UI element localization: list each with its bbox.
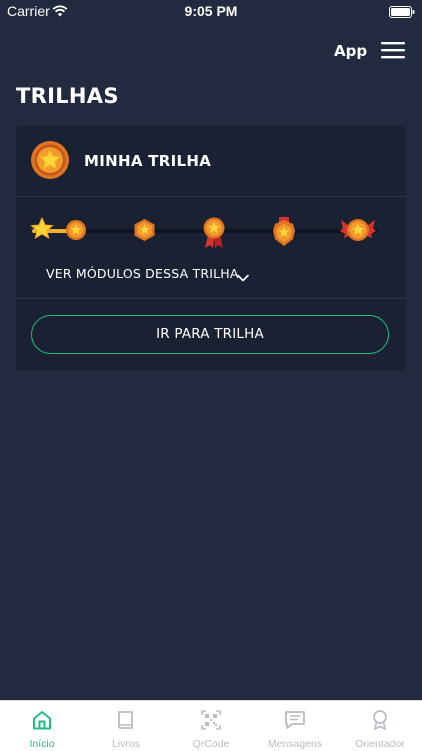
card-divider (16, 298, 406, 299)
view-modules-label: VER MÓDULOS DESSA TRILHA (46, 266, 239, 281)
home-icon (31, 709, 53, 735)
trail-title: MINHA TRILHA (84, 152, 212, 170)
page-title: TRILHAS (16, 84, 119, 108)
go-to-trail-button[interactable]: IR PARA TRILHA (31, 315, 389, 354)
tab-mensagens[interactable]: Mensagens (253, 701, 337, 751)
tab-label: Livros (111, 738, 140, 750)
round-medal-icon (65, 219, 87, 245)
battery-icon (389, 5, 415, 23)
tab-label: Orientador (355, 738, 405, 750)
tab-livros[interactable]: Livros (84, 701, 168, 751)
view-modules-toggle[interactable]: VER MÓDULOS DESSA TRILHA (32, 264, 392, 284)
hexagon-medal-icon (133, 218, 156, 246)
tab-label: Mensagens (267, 738, 323, 750)
qrcode-icon (200, 709, 222, 735)
start-star-icon (30, 216, 54, 243)
bottom-tab-bar: Início Livros QrCode Mensagens Orientado… (0, 700, 422, 751)
trail-card-header: MINHA TRILHA (16, 126, 406, 197)
award-icon (369, 709, 391, 735)
winged-medal-icon (340, 216, 376, 248)
status-time: 9:05 PM (184, 3, 238, 19)
star-medal-icon (30, 140, 70, 184)
tab-inicio[interactable]: Início (0, 701, 84, 751)
tab-label: Início (29, 738, 55, 750)
chevron-down-icon (237, 267, 249, 286)
message-icon (284, 709, 306, 735)
tab-label: QrCode (192, 738, 230, 750)
hamburger-menu-icon[interactable] (381, 41, 405, 63)
book-icon (115, 709, 137, 735)
ribbon-medal-icon (202, 217, 226, 253)
tab-orientador[interactable]: Orientador (338, 701, 422, 751)
tab-qrcode[interactable]: QrCode (169, 701, 253, 751)
status-bar: Carrier 9:05 PM (0, 0, 422, 24)
crest-medal-icon (271, 217, 297, 251)
app-label: App (334, 42, 368, 60)
